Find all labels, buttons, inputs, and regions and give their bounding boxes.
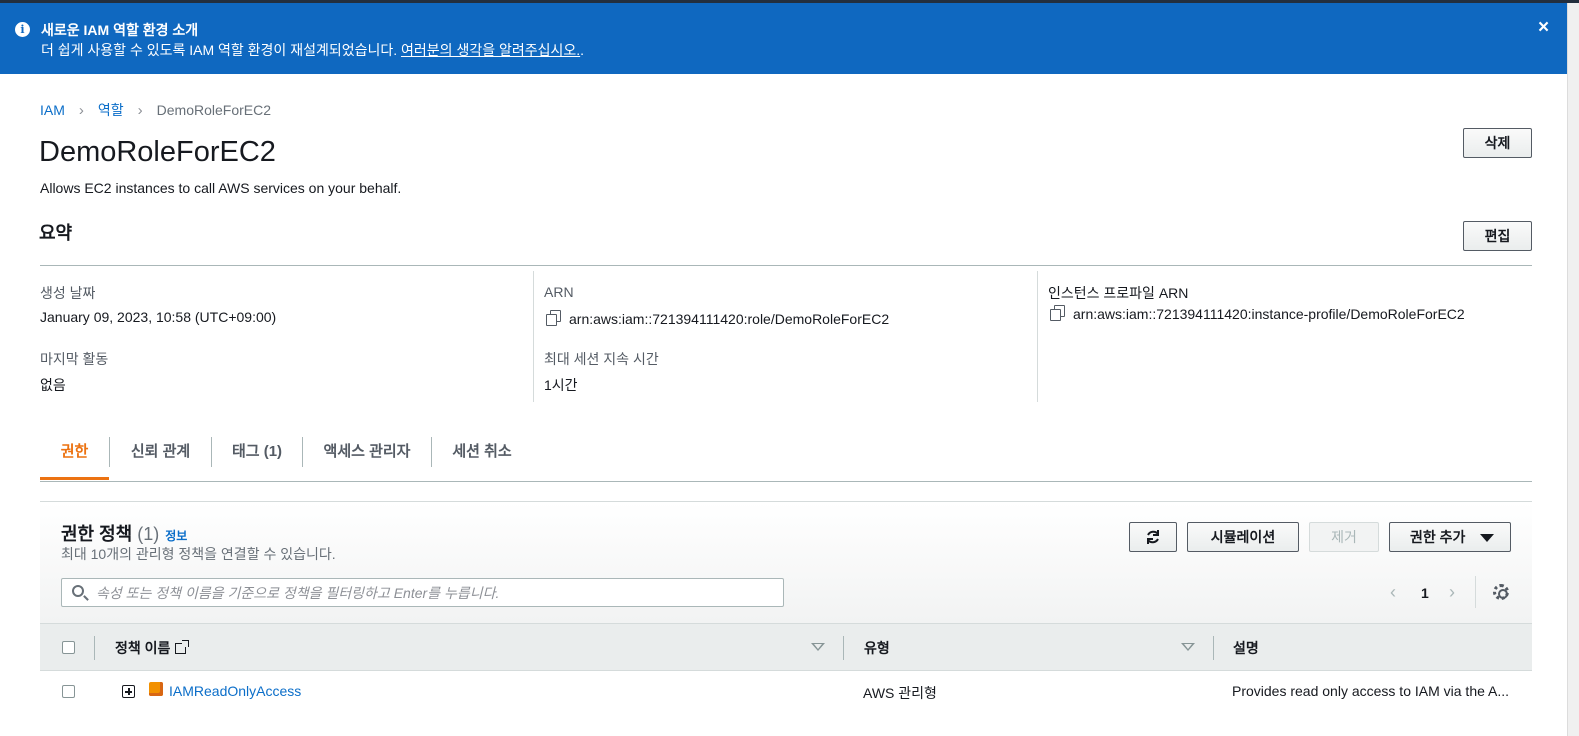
chevron-right-icon: ›: [137, 101, 143, 119]
table-header: 정책 이름 유형 설명: [40, 623, 1532, 671]
tab-access-advisor[interactable]: 액세스 관리자: [303, 432, 431, 480]
created-value: January 09, 2023, 10:58 (UTC+09:00): [40, 309, 277, 325]
breadcrumb-roles[interactable]: 역할: [98, 100, 124, 120]
column-divider: [1213, 636, 1214, 660]
policy-type: AWS 관리형: [863, 685, 937, 701]
copy-icon[interactable]: [1049, 305, 1065, 321]
column-divider: [94, 636, 95, 660]
instance-profile-value: arn:aws:iam::721394111420:instance-profi…: [1073, 306, 1465, 322]
chevron-left-icon[interactable]: ‹: [1390, 582, 1396, 603]
breadcrumb-current: DemoRoleForEC2: [156, 102, 272, 118]
policy-search[interactable]: [61, 578, 784, 607]
summary-divider: [40, 265, 1532, 266]
arn-row: arn:aws:iam::721394111420:role/DemoRoleF…: [545, 310, 889, 327]
select-all-checkbox[interactable]: [62, 641, 75, 654]
breadcrumb: IAM › 역할 › DemoRoleForEC2: [40, 100, 271, 120]
last-activity-value: 없음: [40, 377, 66, 393]
close-icon[interactable]: ×: [1538, 17, 1549, 39]
search-icon: [72, 585, 84, 597]
managed-policy-icon: [149, 682, 163, 696]
banner-message: 더 쉽게 사용할 수 있도록 IAM 역할 환경이 재설계되었습니다. 여러분의…: [41, 40, 584, 60]
add-permissions-button[interactable]: 권한 추가: [1389, 522, 1511, 552]
arn-value: arn:aws:iam::721394111420:role/DemoRoleF…: [569, 311, 890, 327]
instance-profile-row: arn:aws:iam::721394111420:instance-profi…: [1049, 305, 1465, 322]
column-divider: [1037, 271, 1038, 402]
edit-button[interactable]: 편집: [1463, 221, 1532, 251]
table-row[interactable]: IAMReadOnlyAccess AWS 관리형 Provides read …: [40, 671, 1532, 712]
simulate-button[interactable]: 시뮬레이션: [1187, 522, 1299, 552]
banner-suffix: .: [580, 42, 585, 58]
policy-name-link[interactable]: IAMReadOnlyAccess: [169, 683, 301, 699]
banner-message-text: 더 쉽게 사용할 수 있도록 IAM 역할 환경이 재설계되었습니다.: [41, 42, 402, 58]
page-title: DemoRoleForEC2: [39, 136, 276, 168]
max-session-value: 1시간: [544, 377, 578, 393]
tab-trust-relationships[interactable]: 신뢰 관계: [110, 432, 211, 480]
policy-search-input[interactable]: [96, 582, 776, 603]
instance-profile-label: 인스턴스 프로파일 ARN: [1048, 285, 1189, 301]
external-link-icon: [175, 640, 190, 654]
column-policy-name[interactable]: 정책 이름: [115, 638, 190, 658]
pager-divider: [1475, 576, 1476, 608]
last-activity-label: 마지막 활동: [40, 351, 109, 367]
refresh-icon: [1147, 530, 1159, 544]
column-divider: [843, 636, 844, 660]
column-divider: [533, 271, 534, 402]
arn-label: ARN: [544, 284, 574, 300]
column-policy-name-label: 정책 이름: [115, 640, 171, 656]
policies-count: (1): [137, 524, 160, 544]
policy-description: Provides read only access to IAM via the…: [1232, 683, 1510, 699]
chevron-right-icon: ›: [78, 101, 84, 119]
add-permissions-label: 권한 추가: [1410, 529, 1466, 545]
column-description[interactable]: 설명: [1233, 638, 1259, 658]
tab-bar: 권한 신뢰 관계 태그 (1) 액세스 관리자 세션 취소: [40, 432, 1532, 482]
policies-title-text: 권한 정책: [61, 524, 133, 544]
created-label: 생성 날짜: [40, 285, 96, 301]
breadcrumb-iam[interactable]: IAM: [40, 102, 65, 118]
caret-down-icon: [1480, 534, 1494, 542]
delete-button[interactable]: 삭제: [1463, 128, 1532, 158]
info-icon: i: [15, 22, 30, 37]
tab-tags[interactable]: 태그 (1): [212, 432, 302, 480]
scrollbar[interactable]: [1567, 3, 1579, 736]
sort-icon[interactable]: [1181, 643, 1195, 651]
info-link[interactable]: 정보: [165, 529, 187, 543]
banner-feedback-link[interactable]: 여러분의 생각을 알려주십시오.: [401, 42, 580, 58]
remove-button[interactable]: 제거: [1309, 522, 1379, 552]
policies-title: 권한 정책 (1) 정보: [61, 520, 187, 546]
permission-policies-panel: 권한 정책 (1) 정보 최대 10개의 관리형 정책을 연결할 수 있습니다. …: [40, 501, 1532, 712]
chevron-right-icon[interactable]: ›: [1449, 582, 1455, 603]
gear-icon[interactable]: [1493, 584, 1509, 600]
page-description: Allows EC2 instances to call AWS service…: [40, 180, 402, 196]
summary-title: 요약: [39, 223, 73, 243]
tab-revoke-sessions[interactable]: 세션 취소: [432, 432, 532, 480]
policies-subtitle: 최대 10개의 관리형 정책을 연결할 수 있습니다.: [61, 546, 336, 562]
refresh-button[interactable]: [1129, 522, 1177, 552]
tab-permissions[interactable]: 권한: [40, 432, 109, 480]
page-number[interactable]: 1: [1421, 585, 1429, 601]
expand-icon[interactable]: [122, 685, 135, 698]
banner-title: 새로운 IAM 역할 환경 소개: [41, 22, 199, 38]
info-banner: i 새로운 IAM 역할 환경 소개 더 쉽게 사용할 수 있도록 IAM 역할…: [0, 3, 1567, 74]
max-session-label: 최대 세션 지속 시간: [544, 351, 659, 367]
column-type[interactable]: 유형: [864, 638, 890, 658]
copy-icon[interactable]: [545, 310, 561, 326]
sort-icon[interactable]: [811, 643, 825, 651]
row-checkbox[interactable]: [62, 685, 75, 698]
